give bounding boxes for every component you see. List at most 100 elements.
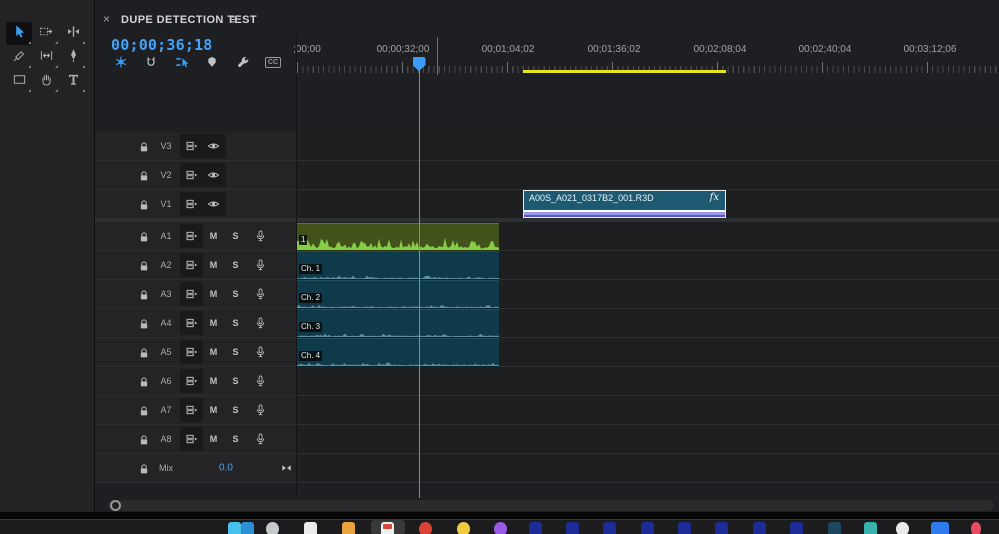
audio-clip-ch1[interactable]: Ch. 1: [297, 251, 499, 280]
audio-clip-master[interactable]: 1: [297, 223, 499, 251]
mute-button[interactable]: M: [207, 347, 220, 357]
video-clip[interactable]: A00S_A021_0317B2_001.R3D fx: [523, 190, 726, 218]
track-lock-icon[interactable]: [139, 169, 149, 181]
horizontal-scrollbar[interactable]: [108, 500, 994, 511]
track-lane-a7[interactable]: [297, 396, 999, 424]
solo-button[interactable]: S: [229, 347, 242, 357]
track-lock-icon[interactable]: [139, 140, 149, 152]
track-lock-icon[interactable]: [139, 433, 149, 445]
solo-button[interactable]: S: [229, 231, 242, 241]
snap-icon[interactable]: [142, 53, 160, 71]
mute-button[interactable]: M: [207, 376, 220, 386]
sync-lock-icon[interactable]: [183, 375, 199, 388]
mute-button[interactable]: M: [207, 318, 220, 328]
dock-app-icon[interactable]: [828, 522, 841, 534]
dock-app-icon[interactable]: [566, 522, 579, 534]
dock-app-icon[interactable]: [342, 522, 355, 534]
dock-app-icon[interactable]: [753, 522, 766, 534]
mute-button[interactable]: M: [207, 434, 220, 444]
sync-lock-icon[interactable]: [183, 404, 199, 417]
add-marker-icon[interactable]: [203, 53, 221, 71]
sync-lock-icon[interactable]: [183, 259, 199, 272]
dock-app-icon[interactable]: [864, 522, 877, 534]
track-output-eye-icon[interactable]: [205, 198, 221, 211]
voiceover-mic-icon[interactable]: [252, 288, 268, 301]
dock-app-icon[interactable]: [381, 522, 394, 534]
panel-menu-icon[interactable]: ≡: [229, 11, 237, 27]
dock-app-icon[interactable]: [678, 522, 691, 534]
mute-button[interactable]: M: [207, 231, 220, 241]
track-lane-a6[interactable]: [297, 367, 999, 395]
track-lock-icon[interactable]: [139, 288, 149, 300]
track-output-eye-icon[interactable]: [205, 140, 221, 153]
close-icon[interactable]: ×: [103, 12, 110, 26]
mute-button[interactable]: M: [207, 405, 220, 415]
mute-button[interactable]: M: [207, 289, 220, 299]
voiceover-mic-icon[interactable]: [252, 433, 268, 446]
timeline-settings-icon[interactable]: [234, 53, 252, 71]
sync-lock-icon[interactable]: [183, 140, 199, 153]
solo-button[interactable]: S: [229, 318, 242, 328]
sync-lock-icon[interactable]: [183, 169, 199, 182]
sync-lock-icon[interactable]: [183, 346, 199, 359]
track-lane-mix[interactable]: [297, 454, 999, 482]
sync-lock-icon[interactable]: [183, 230, 199, 243]
audio-clip-ch2[interactable]: Ch. 2: [297, 280, 499, 309]
timecode-display[interactable]: 00;00;36;18: [111, 36, 213, 54]
dock-app-icon[interactable]: [931, 522, 949, 534]
solo-button[interactable]: S: [229, 434, 242, 444]
solo-button[interactable]: S: [229, 289, 242, 299]
razor-tool-button[interactable]: [6, 46, 32, 69]
track-lane-a8[interactable]: [297, 425, 999, 453]
track-lock-icon[interactable]: [139, 198, 149, 210]
dock-app-icon[interactable]: [603, 522, 616, 534]
sync-lock-icon[interactable]: [183, 317, 199, 330]
type-tool-button[interactable]: [60, 70, 86, 93]
solo-button[interactable]: S: [229, 405, 242, 415]
dock-app-icon[interactable]: [419, 522, 432, 534]
mix-level-value[interactable]: 0.0: [213, 463, 239, 474]
dock-app-icon[interactable]: [790, 522, 803, 534]
sync-lock-icon[interactable]: [183, 288, 199, 301]
track-lock-icon[interactable]: [139, 346, 149, 358]
pen-tool-button[interactable]: [60, 46, 86, 69]
insert-nest-icon[interactable]: [112, 53, 130, 71]
linked-selection-icon[interactable]: [173, 53, 191, 71]
track-lock-icon[interactable]: [139, 317, 149, 329]
voiceover-mic-icon[interactable]: [252, 230, 268, 243]
dock-app-icon[interactable]: [228, 522, 241, 534]
dock-app-icon[interactable]: [241, 522, 254, 534]
rectangle-tool-button[interactable]: [6, 70, 32, 93]
dock-app-icon[interactable]: [266, 522, 279, 534]
captions-icon[interactable]: CC: [264, 53, 282, 71]
sync-lock-icon[interactable]: [183, 198, 199, 211]
track-lock-icon[interactable]: [139, 259, 149, 271]
video-audio-divider[interactable]: [95, 219, 999, 222]
track-lane-v3[interactable]: [297, 132, 999, 160]
track-output-eye-icon[interactable]: [205, 169, 221, 182]
voiceover-mic-icon[interactable]: [252, 317, 268, 330]
ripple-edit-tool-button[interactable]: [60, 22, 86, 45]
dock-app-icon[interactable]: [641, 522, 654, 534]
slip-tool-button[interactable]: [33, 46, 59, 69]
solo-button[interactable]: S: [229, 260, 242, 270]
dock-app-icon[interactable]: [457, 522, 470, 534]
solo-button[interactable]: S: [229, 376, 242, 386]
hand-tool-button[interactable]: [33, 70, 59, 93]
sync-lock-icon[interactable]: [183, 433, 199, 446]
selection-tool-button[interactable]: [6, 22, 32, 45]
fx-badge-icon[interactable]: fx: [710, 192, 719, 203]
voiceover-mic-icon[interactable]: [252, 259, 268, 272]
voiceover-mic-icon[interactable]: [252, 346, 268, 359]
scrollbar-zoom-handle[interactable]: [110, 500, 121, 511]
dock-app-icon[interactable]: [896, 522, 909, 534]
voiceover-mic-icon[interactable]: [252, 375, 268, 388]
dock-app-icon[interactable]: [529, 522, 542, 534]
dock-app-icon[interactable]: [304, 522, 317, 534]
voiceover-mic-icon[interactable]: [252, 404, 268, 417]
audio-clip-ch4[interactable]: Ch. 4: [297, 338, 499, 367]
track-lock-icon[interactable]: [139, 462, 149, 474]
track-lock-icon[interactable]: [139, 404, 149, 416]
track-lane-v2[interactable]: [297, 161, 999, 189]
track-lock-icon[interactable]: [139, 230, 149, 242]
